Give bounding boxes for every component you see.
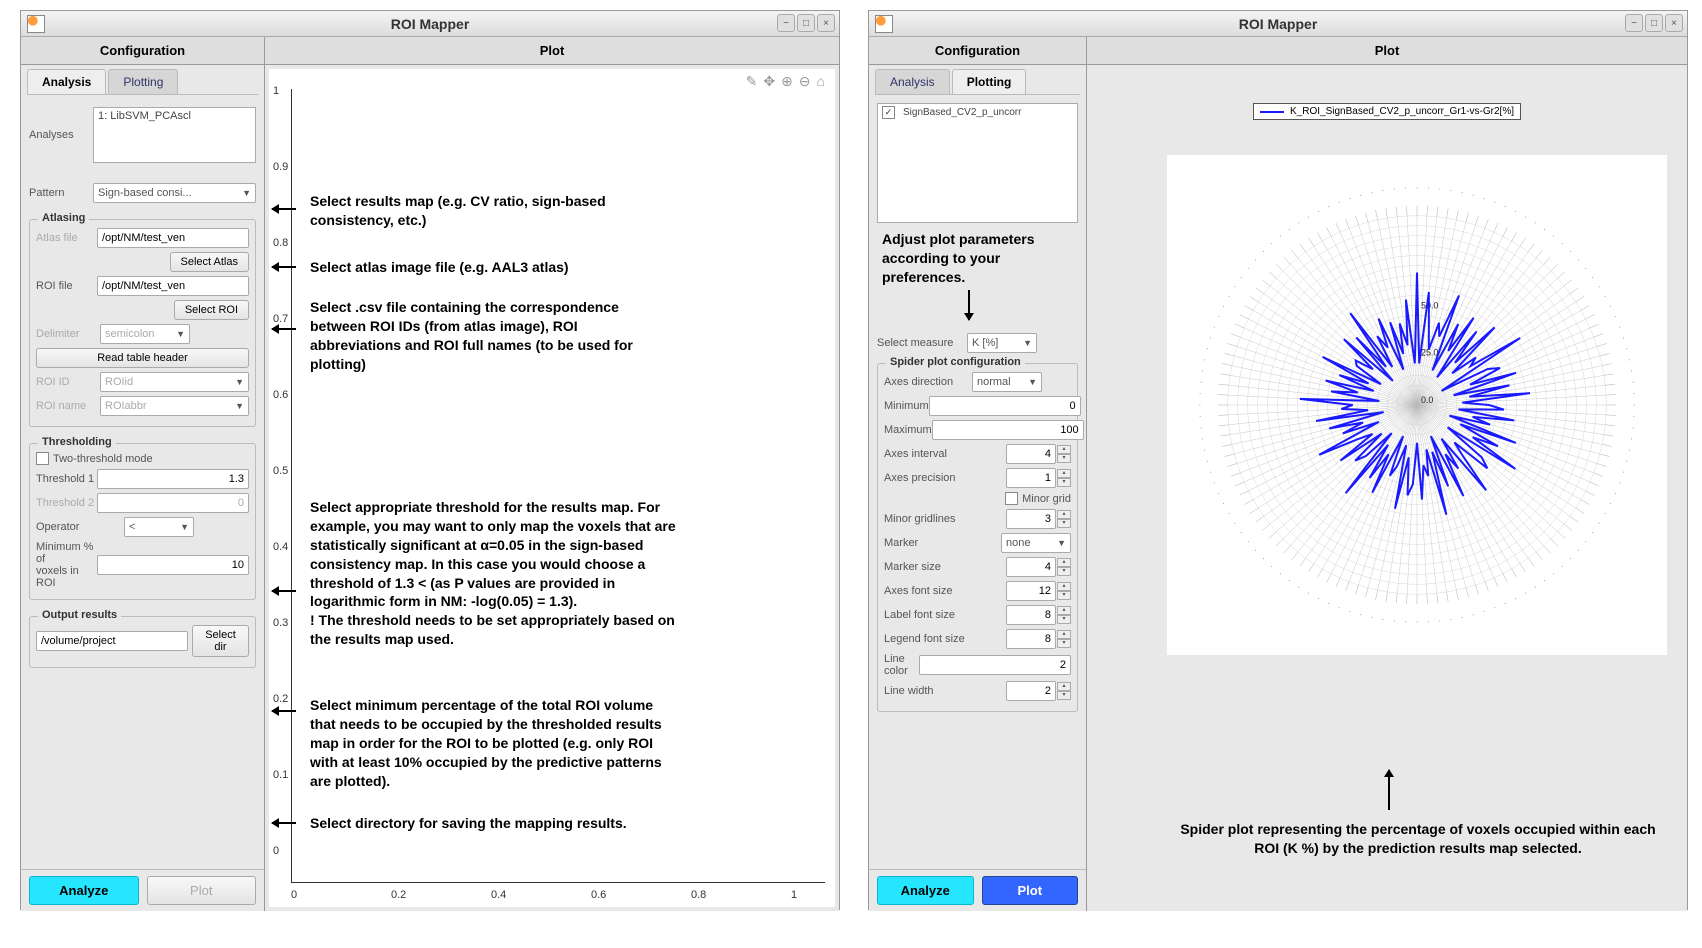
titlebar: ROI Mapper − □ × — [869, 11, 1687, 37]
config-header: Configuration — [21, 37, 264, 65]
brush-icon[interactable]: ✎ — [746, 73, 758, 90]
spider-plot: 0.025.050.0 — [1167, 155, 1667, 655]
select-dir-button[interactable]: Select dir — [192, 625, 249, 657]
pattern-label: Pattern — [29, 187, 93, 199]
analyze-button[interactable]: Analyze — [29, 876, 139, 905]
line-width-input[interactable] — [1006, 681, 1056, 701]
axes-precision-input[interactable] — [1006, 468, 1056, 488]
maximize-icon[interactable]: □ — [1645, 14, 1663, 32]
tab-plotting[interactable]: Plotting — [952, 69, 1027, 94]
spider-config-title: Spider plot configuration — [886, 356, 1025, 368]
axes-interval-input[interactable] — [1006, 444, 1056, 464]
axes-direction-select[interactable]: normal▼ — [972, 372, 1042, 392]
plot-item-checkbox[interactable]: ✓ — [882, 106, 895, 119]
chevron-down-icon: ▼ — [239, 188, 251, 198]
close-icon[interactable]: × — [817, 14, 835, 32]
delimiter-label: Delimiter — [36, 328, 100, 340]
select-roi-button[interactable]: Select ROI — [174, 300, 249, 320]
svg-text:0.0: 0.0 — [1421, 395, 1433, 405]
read-header-button[interactable]: Read table header — [36, 348, 249, 368]
tab-analysis[interactable]: Analysis — [875, 69, 950, 94]
line-color-input[interactable] — [919, 655, 1071, 675]
minimum-input[interactable] — [929, 396, 1081, 416]
t1-label: Threshold 1 — [36, 473, 97, 485]
window-title: ROI Mapper — [869, 16, 1687, 32]
zoomin-icon[interactable]: ⊕ — [781, 73, 793, 90]
analyses-label: Analyses — [29, 129, 93, 141]
roiid-select[interactable]: ROIid▼ — [100, 372, 249, 392]
two-threshold-label: Two-threshold mode — [53, 453, 153, 465]
close-icon[interactable]: × — [1665, 14, 1683, 32]
label-font-input[interactable] — [1006, 605, 1056, 625]
analyze-button[interactable]: Analyze — [877, 876, 974, 905]
atlasfile-input[interactable] — [97, 228, 249, 248]
ytick: 1 — [273, 85, 279, 97]
pan-icon[interactable]: ✥ — [763, 73, 775, 90]
operator-select[interactable]: <▼ — [124, 517, 194, 537]
plot-listbox[interactable]: ✓SignBased_CV2_p_uncorr — [877, 103, 1078, 223]
pattern-select[interactable]: Sign-based consi...▼ — [93, 183, 256, 203]
output-dir-input[interactable] — [36, 631, 188, 651]
plot-button[interactable]: Plot — [982, 876, 1079, 905]
roiname-label: ROI name — [36, 400, 100, 412]
maximize-icon[interactable]: □ — [797, 14, 815, 32]
legend-font-input[interactable] — [1006, 629, 1056, 649]
roifile-input[interactable] — [97, 276, 249, 296]
home-icon[interactable]: ⌂ — [817, 73, 825, 90]
roiname-select[interactable]: ROIabbr▼ — [100, 396, 249, 416]
config-header: Configuration — [869, 37, 1086, 65]
plot-column-right: Plot K_ROI_SignBased_CV2_p_uncorr_Gr1-vs… — [1087, 37, 1687, 911]
x-axis-line — [291, 882, 825, 883]
plot-header: Plot — [265, 37, 839, 65]
titlebar: ROI Mapper − □ × — [21, 11, 839, 37]
marker-select[interactable]: none▼ — [1001, 533, 1071, 553]
config-column: Configuration Analysis Plotting ✓SignBas… — [869, 37, 1087, 911]
t1-input[interactable] — [97, 469, 249, 489]
select-measure-label: Select measure — [877, 337, 967, 349]
minimize-icon[interactable]: − — [1625, 14, 1643, 32]
thresholding-title: Thresholding — [38, 436, 116, 448]
axes-direction-label: Axes direction — [884, 376, 972, 388]
atlasfile-label: Atlas file — [36, 232, 97, 244]
window-right: ROI Mapper − □ × Configuration Analysis … — [868, 10, 1688, 910]
tab-analysis[interactable]: Analysis — [27, 69, 106, 94]
zoomout-icon[interactable]: ⊖ — [799, 73, 811, 90]
analyses-listbox[interactable]: 1: LibSVM_PCAscl — [93, 107, 256, 163]
atlasing-title: Atlasing — [38, 212, 89, 224]
minpct-input[interactable] — [97, 555, 249, 575]
config-column: Configuration Analysis Plotting Analyses… — [21, 37, 265, 911]
plot-legend: K_ROI_SignBased_CV2_p_uncorr_Gr1-vs-Gr2[… — [1253, 103, 1521, 120]
minor-grid-checkbox[interactable] — [1005, 492, 1018, 505]
select-measure-select[interactable]: K [%]▼ — [967, 333, 1037, 353]
axes-font-input[interactable] — [1006, 581, 1056, 601]
maximum-input[interactable] — [932, 420, 1084, 440]
t2-input — [97, 493, 249, 513]
minor-gridlines-input[interactable] — [1006, 509, 1056, 529]
minimize-icon[interactable]: − — [777, 14, 795, 32]
annotation: Select results map (e.g. CV ratio, sign-… — [310, 192, 660, 230]
output-title: Output results — [38, 609, 121, 621]
marker-size-input[interactable] — [1006, 557, 1056, 577]
tab-plotting[interactable]: Plotting — [108, 69, 178, 94]
delimiter-select[interactable]: semicolon▼ — [100, 324, 190, 344]
roifile-label: ROI file — [36, 280, 97, 292]
select-atlas-button[interactable]: Select Atlas — [170, 252, 249, 272]
t2-label: Threshold 2 — [36, 497, 97, 509]
plot-button-disabled: Plot — [147, 876, 257, 905]
minpct-label: Minimum % of voxels in ROI — [36, 541, 97, 589]
legend-swatch — [1260, 111, 1284, 113]
window-title: ROI Mapper — [21, 16, 839, 32]
roiid-label: ROI ID — [36, 376, 100, 388]
plot-header: Plot — [1087, 37, 1687, 65]
two-threshold-checkbox[interactable] — [36, 452, 49, 465]
operator-label: Operator — [36, 521, 124, 533]
